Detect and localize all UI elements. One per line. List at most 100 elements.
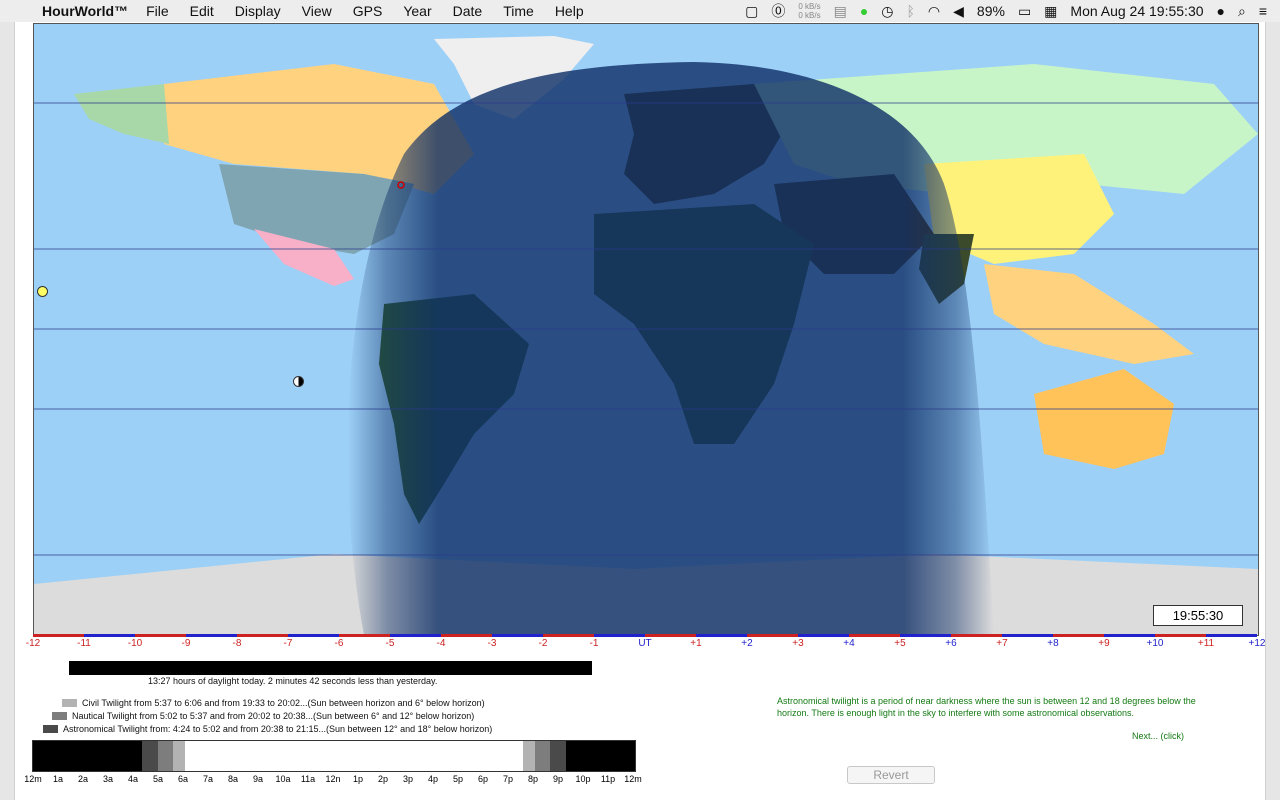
timezone-label: +2 (741, 638, 753, 649)
bluetooth-icon[interactable]: ᛒ (907, 3, 915, 19)
menu-file[interactable]: File (146, 3, 169, 19)
status-dot-icon[interactable]: ● (860, 3, 868, 19)
hour-label: 5p (452, 774, 464, 784)
timezone-label: -1 (589, 638, 599, 649)
battery-percent[interactable]: 89% (977, 3, 1005, 19)
next-info-link[interactable]: Next... (click) (1132, 731, 1184, 741)
timezone-label: +8 (1047, 638, 1059, 649)
volume-icon[interactable]: ◀ (953, 3, 964, 20)
timezone-labels: -12 -11 -10 -9 -8 -7 -6 -5 -4 -3 -2 -1 UT +1 +2 +3 +4 +5 +… (0, 638, 1280, 652)
window-square-icon[interactable]: ▢ (745, 3, 758, 20)
user-icon[interactable]: ● (1217, 3, 1225, 19)
night-region (347, 62, 994, 635)
network-speed-monitor[interactable]: 0 kB/s 0 kB/s (798, 2, 820, 20)
timezone-label: -10 (127, 638, 143, 649)
hour-label: 9p (552, 774, 564, 784)
timeline-night-morning (33, 741, 142, 771)
hour-label: 7a (202, 774, 214, 784)
timezone-label: +4 (843, 638, 855, 649)
timeline-hour-labels: 12m 1a 2a 3a 4a 5a 6a 7a 8a 9a 10a 11a 12n 1p 2p 3p 4p 5p… (0, 774, 1280, 786)
menu-help[interactable]: Help (555, 3, 584, 19)
legend-civil-text: Civil Twilight from 5:37 to 6:06 and fro… (82, 698, 485, 708)
timezone-label: +5 (894, 638, 906, 649)
hour-label: 5a (152, 774, 164, 784)
menu-bar: HourWorld™ File Edit Display View GPS Ye… (0, 0, 1280, 23)
hour-label: 11p (600, 774, 616, 784)
wifi-icon[interactable]: ◠ (928, 3, 940, 20)
timezone-label: -4 (436, 638, 446, 649)
twilight-legend: Civil Twilight from 5:37 to 6:06 and fro… (30, 697, 492, 736)
hour-label: 7p (502, 774, 514, 784)
hour-label: 6p (477, 774, 489, 784)
window-left-border (0, 22, 15, 800)
menu-gps[interactable]: GPS (353, 3, 383, 19)
timezone-label: +12 (1248, 638, 1266, 649)
timezone-label: -9 (181, 638, 191, 649)
hour-label: 10a (275, 774, 291, 784)
menu-date[interactable]: Date (453, 3, 483, 19)
time-machine-icon[interactable]: ◷ (881, 3, 893, 20)
hour-label: 12m (24, 774, 42, 784)
timezone-label: +11 (1197, 638, 1215, 649)
calendar-icon[interactable]: ▦ (1044, 3, 1057, 20)
legend-astronomical-row: Astronomical Twilight from: 4:24 to 5:02… (30, 723, 492, 736)
timezone-label: -12 (25, 638, 41, 649)
map-clock: 19:55:30 (1153, 605, 1243, 626)
clock-datetime[interactable]: Mon Aug 24 19:55:30 (1070, 3, 1203, 19)
spotlight-search-icon[interactable]: ⌕ (1238, 3, 1246, 20)
hour-label: 3p (402, 774, 414, 784)
net-download-rate: 0 kB/s (798, 11, 821, 20)
timezone-label: +3 (792, 638, 804, 649)
timezone-label: UT (638, 638, 652, 649)
menu-year[interactable]: Year (403, 3, 431, 19)
status-area: ▢ ⓪ 0 kB/s 0 kB/s ▤ ● ◷ ᛒ ◠ ◀ 89% ▭ ▦ Mo… (745, 0, 1280, 22)
legend-astronomical-swatch (43, 725, 58, 733)
hour-label: 8a (227, 774, 239, 784)
revert-button[interactable]: Revert (847, 766, 935, 784)
hour-label: 1a (52, 774, 64, 784)
hour-label: 2p (377, 774, 389, 784)
timezone-label: -8 (232, 638, 242, 649)
timeline-night-evening (566, 741, 635, 771)
hour-label: 6a (177, 774, 189, 784)
timezone-label: +6 (945, 638, 957, 649)
hour-label: 8p (527, 774, 539, 784)
hour-label: 9a (252, 774, 264, 784)
timeline-astro-evening (550, 741, 566, 771)
battery-icon[interactable]: ▭ (1018, 3, 1031, 20)
timezone-label: -3 (487, 638, 497, 649)
map-canvas (34, 36, 1258, 635)
app-name-menu[interactable]: HourWorld™ (42, 3, 128, 19)
day-timeline (32, 740, 636, 772)
net-upload-rate: 0 kB/s (798, 2, 821, 11)
timeline-nautical-evening (535, 741, 550, 771)
memory-meter-icon[interactable]: ▤ (834, 3, 847, 20)
land-southeast-asia (984, 264, 1194, 364)
sun-position-marker (37, 286, 48, 297)
timeline-civil-morning (173, 741, 185, 771)
hour-label: 4p (427, 774, 439, 784)
timezone-label: +9 (1098, 638, 1110, 649)
window-right-border (1265, 22, 1280, 800)
land-australia (1034, 369, 1174, 469)
menu-view[interactable]: View (302, 3, 332, 19)
menu-display[interactable]: Display (235, 3, 281, 19)
accessibility-icon[interactable]: ⓪ (771, 1, 785, 21)
timezone-label: -7 (283, 638, 293, 649)
world-map[interactable] (33, 23, 1259, 636)
menu-time[interactable]: Time (503, 3, 534, 19)
legend-nautical-text: Nautical Twilight from 5:02 to 5:37 and … (72, 711, 475, 721)
timezone-label: -2 (538, 638, 548, 649)
timezone-label: -5 (385, 638, 395, 649)
hour-label: 1p (352, 774, 364, 784)
timezone-label: +1 (690, 638, 702, 649)
moon-position-marker (293, 376, 304, 387)
notification-center-icon[interactable]: ≡ (1259, 3, 1267, 19)
land-alaska (74, 84, 169, 144)
legend-astronomical-text: Astronomical Twilight from: 4:24 to 5:02… (63, 724, 493, 734)
timezone-strip (33, 634, 1257, 637)
daylight-bar (69, 661, 592, 675)
hour-label: 3a (102, 774, 114, 784)
hour-label: 4a (127, 774, 139, 784)
menu-edit[interactable]: Edit (190, 3, 214, 19)
